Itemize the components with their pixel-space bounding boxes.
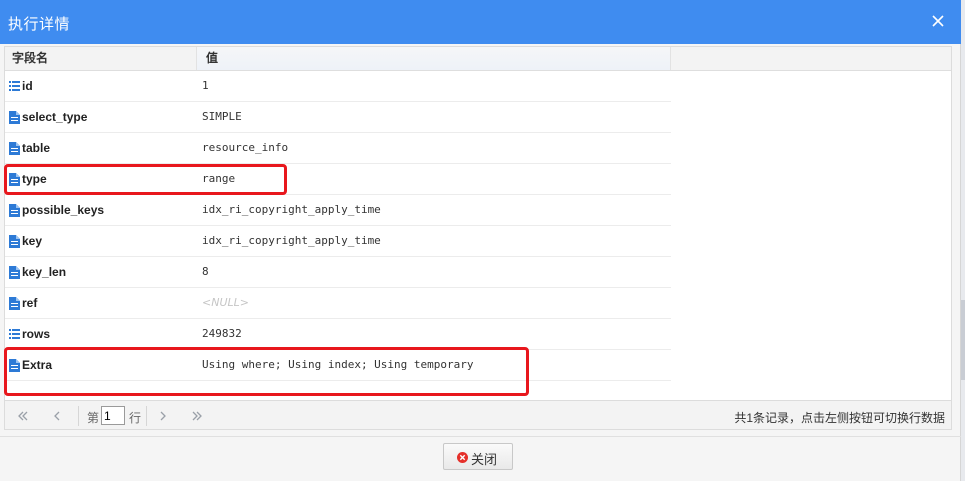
pager-separator xyxy=(78,406,79,426)
background-scrollbar xyxy=(961,300,965,380)
field-name: type xyxy=(22,172,47,186)
prev-page-icon[interactable] xyxy=(49,408,65,424)
field-value: resource_info xyxy=(202,141,289,154)
field-value: 1 xyxy=(202,79,209,92)
field-name: rows xyxy=(22,327,51,341)
document-icon xyxy=(9,142,20,155)
table-row[interactable]: key idx_ri_copyright_apply_time xyxy=(5,226,671,257)
close-icon[interactable] xyxy=(929,12,947,30)
document-icon xyxy=(9,173,20,186)
dialog-title: 执行详情 xyxy=(8,16,71,33)
column-header-field[interactable]: 字段名 xyxy=(5,47,197,70)
field-value: 8 xyxy=(202,265,209,278)
field-name: key xyxy=(22,234,43,248)
close-button-label: 关闭 xyxy=(471,452,498,467)
field-value: range xyxy=(202,172,236,185)
grid-header: 字段名 值 xyxy=(5,47,951,71)
field-name: key_len xyxy=(22,265,67,279)
field-name: id xyxy=(22,79,33,93)
table-row[interactable]: id 1 xyxy=(5,71,671,102)
table-row[interactable]: ref <NULL> xyxy=(5,288,671,319)
first-page-icon[interactable] xyxy=(15,408,31,424)
document-icon xyxy=(9,297,20,310)
field-name: ref xyxy=(22,296,38,310)
list-icon xyxy=(9,81,20,91)
document-icon xyxy=(9,266,20,279)
close-circle-icon xyxy=(457,452,468,463)
close-button[interactable]: 关闭 xyxy=(443,443,513,470)
background-strip xyxy=(961,0,965,481)
field-name: Extra xyxy=(22,358,53,372)
column-header-value[interactable]: 值 xyxy=(197,47,671,70)
pagination-bar: 第 行 共1条记录，点击左侧按钮可切换行数据 xyxy=(4,400,952,430)
dialog-titlebar: 执行详情 xyxy=(0,0,961,44)
next-page-icon[interactable] xyxy=(155,408,171,424)
field-name: table xyxy=(22,141,51,155)
table-row[interactable]: key_len 8 xyxy=(5,257,671,288)
detail-grid: 字段名 值 id 1 select_type SIMPLE table reso… xyxy=(4,46,952,430)
grid-rows: id 1 select_type SIMPLE table resource_i… xyxy=(5,71,671,381)
execution-detail-dialog: 执行详情 字段名 值 id 1 select_type SIMPLE table… xyxy=(0,0,961,481)
field-value: 249832 xyxy=(202,327,242,340)
document-icon xyxy=(9,111,20,124)
table-row[interactable]: table resource_info xyxy=(5,133,671,164)
page-prefix-label: 第 xyxy=(87,411,100,425)
document-icon xyxy=(9,359,20,372)
table-row[interactable]: Extra Using where; Using index; Using te… xyxy=(5,350,671,381)
page-suffix-label: 行 xyxy=(129,411,142,425)
pager-separator xyxy=(146,406,147,426)
field-value-null: <NULL> xyxy=(202,296,249,309)
footer-divider xyxy=(0,436,961,437)
field-value: idx_ri_copyright_apply_time xyxy=(202,203,381,216)
table-row[interactable]: type range xyxy=(5,164,671,195)
field-name: possible_keys xyxy=(22,203,105,217)
field-name: select_type xyxy=(22,110,88,124)
field-value: idx_ri_copyright_apply_time xyxy=(202,234,381,247)
table-row[interactable]: possible_keys idx_ri_copyright_apply_tim… xyxy=(5,195,671,226)
field-value: Using where; Using index; Using temporar… xyxy=(202,358,474,371)
page-number-input[interactable] xyxy=(101,406,125,425)
list-icon xyxy=(9,329,20,339)
field-value: SIMPLE xyxy=(202,110,242,123)
table-row[interactable]: rows 249832 xyxy=(5,319,671,350)
record-info: 共1条记录，点击左侧按钮可切换行数据 xyxy=(734,411,945,425)
document-icon xyxy=(9,235,20,248)
last-page-icon[interactable] xyxy=(189,408,205,424)
table-row[interactable]: select_type SIMPLE xyxy=(5,102,671,133)
document-icon xyxy=(9,204,20,217)
